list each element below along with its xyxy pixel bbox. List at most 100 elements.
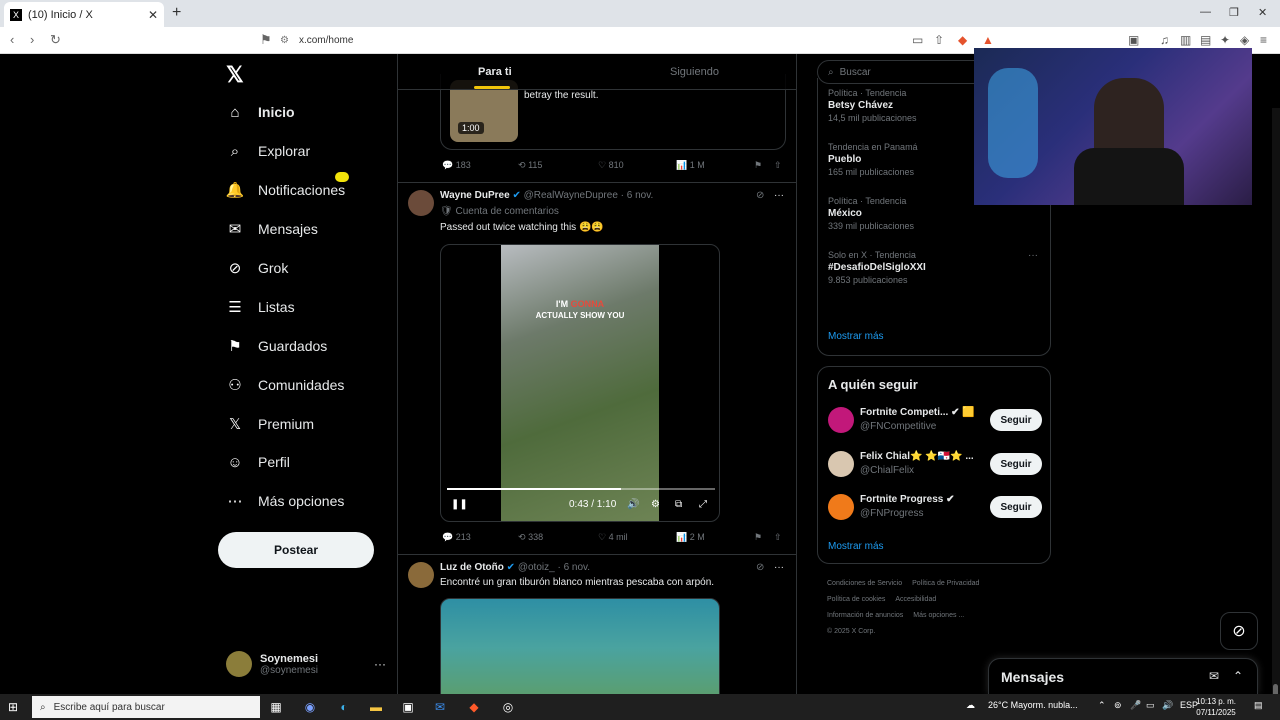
- bookmark-icon[interactable]: ⚑: [754, 160, 762, 171]
- reload-button[interactable]: ↻: [50, 32, 61, 48]
- brave-shield-icon[interactable]: ◆: [958, 33, 967, 47]
- follow-suggestion[interactable]: Fortnite Progress ✔ @FNProgress Seguir: [828, 492, 1042, 522]
- reply-button[interactable]: 💬 213: [442, 532, 471, 543]
- messages-dock[interactable]: Mensajes ✉ ⌃: [988, 658, 1258, 694]
- nav-item-premium[interactable]: 𝕏 Premium: [226, 412, 314, 436]
- obs-icon[interactable]: ◎: [498, 697, 518, 717]
- minimize-button[interactable]: —: [1200, 6, 1211, 18]
- author-name[interactable]: Luz de Otoño: [440, 562, 504, 573]
- pause-icon[interactable]: ❚❚: [451, 499, 468, 510]
- avatar[interactable]: [408, 562, 434, 588]
- url-field[interactable]: ⚙ x.com/home: [280, 31, 980, 50]
- views-button[interactable]: 📊 1 M: [676, 160, 705, 171]
- repost-button[interactable]: ⟲ 115: [518, 160, 542, 171]
- more-icon[interactable]: ···: [1028, 250, 1038, 261]
- maximize-button[interactable]: ❐: [1229, 6, 1239, 19]
- edge-icon[interactable]: ◐: [334, 697, 354, 717]
- fullscreen-icon[interactable]: ⤢: [699, 499, 707, 510]
- nav-item-inicio[interactable]: ⌂ Inicio: [226, 100, 294, 124]
- author-handle[interactable]: @RealWayneDupree: [524, 190, 618, 201]
- share-icon[interactable]: ⇧: [934, 33, 944, 47]
- volume-icon[interactable]: 🔊: [1162, 700, 1173, 711]
- avatar[interactable]: [408, 190, 434, 216]
- settings-icon[interactable]: ⚙: [651, 499, 660, 510]
- expand-icon[interactable]: ⌃: [1233, 669, 1243, 683]
- back-button[interactable]: ‹: [10, 32, 14, 47]
- microphone-icon[interactable]: 🎤: [1130, 700, 1141, 711]
- close-window-button[interactable]: ✕: [1258, 6, 1267, 19]
- site-info-icon[interactable]: ⚙: [280, 35, 289, 46]
- views-button[interactable]: 📊 2 M: [676, 532, 705, 543]
- x-logo-icon[interactable]: 𝕏: [226, 62, 244, 88]
- leo-icon[interactable]: ✦: [1220, 33, 1230, 47]
- footer-link[interactable]: Condiciones de Servicio: [827, 580, 902, 587]
- follow-button[interactable]: Seguir: [990, 409, 1042, 431]
- footer-link[interactable]: © 2025 X Corp.: [827, 628, 875, 635]
- brave-icon[interactable]: ◆: [464, 697, 484, 717]
- volume-icon[interactable]: 🔊: [627, 499, 639, 510]
- pip-icon[interactable]: ⧉: [675, 499, 682, 510]
- clock[interactable]: 10:13 p. m. 07/11/2025: [1196, 696, 1236, 718]
- scrollbar[interactable]: [1272, 108, 1280, 720]
- avatar[interactable]: [828, 494, 854, 520]
- grok-icon[interactable]: ⊘: [756, 190, 764, 201]
- nav-item-explorar[interactable]: ⌕ Explorar: [226, 139, 310, 163]
- nav-item-comunidades[interactable]: ⚇ Comunidades: [226, 373, 344, 397]
- nav-item-guardados[interactable]: ⚑ Guardados: [226, 334, 327, 358]
- sidebar-icon[interactable]: ▥: [1180, 33, 1191, 47]
- nav-item-grok[interactable]: ⊘ Grok: [226, 256, 289, 280]
- video-player[interactable]: I'M GONNA ACTUALLY SHOW YOU ❚❚ 0:43 / 1:…: [440, 244, 720, 522]
- weather-text[interactable]: 26°C Mayorm. nubla...: [988, 700, 1078, 710]
- tweet-media-image[interactable]: [440, 598, 720, 694]
- nav-item-perfil[interactable]: ☺ Perfil: [226, 450, 290, 474]
- follow-button[interactable]: Seguir: [990, 496, 1042, 518]
- share-icon[interactable]: ⇧: [774, 160, 782, 171]
- suggestion-name[interactable]: Fortnite Progress ✔: [860, 494, 955, 505]
- video-progress-bar[interactable]: [447, 488, 715, 490]
- footer-link[interactable]: Más opciones ...: [913, 612, 964, 619]
- tray-chevron-icon[interactable]: ⌃: [1098, 700, 1106, 711]
- more-icon[interactable]: ···: [374, 657, 386, 671]
- more-icon[interactable]: ···: [774, 190, 784, 201]
- nav-item-mas-opciones[interactable]: ⋯ Más opciones: [226, 489, 345, 513]
- menu-icon[interactable]: ≡: [1260, 33, 1267, 47]
- nav-item-listas[interactable]: ☰ Listas: [226, 295, 294, 319]
- grok-icon[interactable]: ⊘: [756, 562, 764, 573]
- more-icon[interactable]: ···: [774, 562, 784, 573]
- repost-button[interactable]: ⟲ 338: [518, 532, 543, 543]
- footer-link[interactable]: Información de anuncios: [827, 612, 903, 619]
- follow-suggestion[interactable]: Fortnite Competi... ✔ 🟨 @FNCompetitive Seg…: [828, 405, 1042, 435]
- forward-button[interactable]: ›: [30, 32, 34, 47]
- video-frame[interactable]: I'M GONNA ACTUALLY SHOW YOU: [501, 245, 659, 521]
- like-button[interactable]: ♡ 4 mil: [598, 532, 628, 543]
- windows-start-icon[interactable]: ⊞: [8, 700, 18, 714]
- media-icon[interactable]: ♫: [1160, 33, 1169, 47]
- taskbar-search[interactable]: ⌕ Escribe aquí para buscar: [32, 696, 260, 718]
- browser-tab[interactable]: X (10) Inicio / X ✕: [4, 2, 164, 27]
- suggestion-name[interactable]: Felix Chial⭐ ⭐🇵🇦⭐ ...: [860, 451, 974, 462]
- network-icon[interactable]: ⊚: [1114, 700, 1122, 711]
- follow-button[interactable]: Seguir: [990, 453, 1042, 475]
- footer-link[interactable]: Política de Privacidad: [912, 580, 979, 587]
- task-view-icon[interactable]: ▦: [266, 697, 286, 717]
- grok-button[interactable]: ⊘: [1220, 612, 1258, 650]
- nav-item-notificaciones[interactable]: 🔔 Notificaciones: [226, 172, 350, 202]
- brave-rewards-icon[interactable]: ▲: [982, 33, 994, 47]
- tab-following[interactable]: Siguiendo: [670, 66, 719, 78]
- notifications-icon[interactable]: ▤: [1254, 700, 1263, 711]
- tab-for-you[interactable]: Para ti: [478, 66, 512, 78]
- mail-icon[interactable]: ✉: [430, 697, 450, 717]
- follow-suggestion[interactable]: Felix Chial⭐ ⭐🇵🇦⭐ ... @ChialFelix Seguir: [828, 449, 1042, 479]
- cast-icon[interactable]: ▭: [912, 33, 923, 47]
- tweet-date[interactable]: · 6 nov.: [621, 190, 654, 201]
- like-button[interactable]: ♡ 810: [598, 160, 624, 171]
- account-switcher[interactable]: Soynemesi @soynemesi ···: [226, 649, 386, 679]
- screenshot-icon[interactable]: ▣: [1128, 33, 1139, 47]
- post-button[interactable]: Postear: [218, 532, 374, 568]
- file-explorer-icon[interactable]: ▬: [366, 697, 386, 717]
- show-more-follow-link[interactable]: Mostrar más: [828, 541, 884, 552]
- tweet-date[interactable]: · 6 nov.: [557, 562, 590, 573]
- vpn-icon[interactable]: ◈: [1240, 33, 1249, 47]
- show-more-trends-link[interactable]: Mostrar más: [828, 331, 884, 342]
- bookmark-page-icon[interactable]: ⚑: [260, 32, 272, 48]
